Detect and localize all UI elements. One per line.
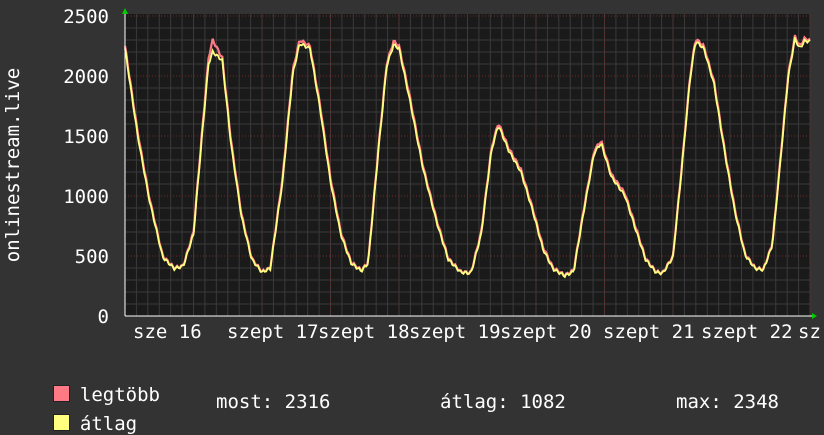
y-tick-label: 1500 bbox=[63, 126, 109, 148]
x-tick-label: szept 19 bbox=[409, 321, 501, 343]
x-tick-label: szept 21 bbox=[603, 321, 695, 343]
y-tick-labels: 0 500 1000 1500 2000 2500 bbox=[63, 6, 109, 328]
x-tick-label: szept 22 bbox=[701, 321, 793, 343]
x-tick-label: szept 20 bbox=[500, 321, 592, 343]
stat-current: most: 2316 bbox=[216, 391, 331, 413]
x-tick-label: sze 16 bbox=[133, 321, 202, 343]
legend-avg: átlag bbox=[30, 391, 137, 435]
y-tick-label: 2000 bbox=[63, 66, 109, 88]
y-tick-label: 500 bbox=[75, 246, 109, 268]
y-tick-label: 2500 bbox=[63, 6, 109, 28]
x-tick-label: szept 18 bbox=[318, 321, 410, 343]
legend-avg-label: átlag bbox=[79, 413, 138, 435]
x-tick-label: sz bbox=[798, 321, 821, 343]
stat-maximum: max: 2348 bbox=[676, 391, 779, 413]
x-tick-label: szept 17 bbox=[227, 321, 319, 343]
legend-avg-swatch bbox=[52, 414, 70, 431]
x-axis-arrow bbox=[812, 313, 817, 319]
stat-average: átlag: 1082 bbox=[440, 391, 566, 413]
y-axis-label: onlinestream.live bbox=[2, 68, 24, 262]
line-chart: 05001000150020002500 sze 16 szept 17 szept… bbox=[2, 6, 821, 343]
x-tick-labels: sze 16 szept 17 szept 18 szept 19 szept 20 sz… bbox=[133, 321, 821, 343]
y-tick-label: 1000 bbox=[63, 186, 109, 208]
y-tick-label: 0 bbox=[98, 306, 109, 328]
y-axis-arrow bbox=[122, 8, 128, 14]
